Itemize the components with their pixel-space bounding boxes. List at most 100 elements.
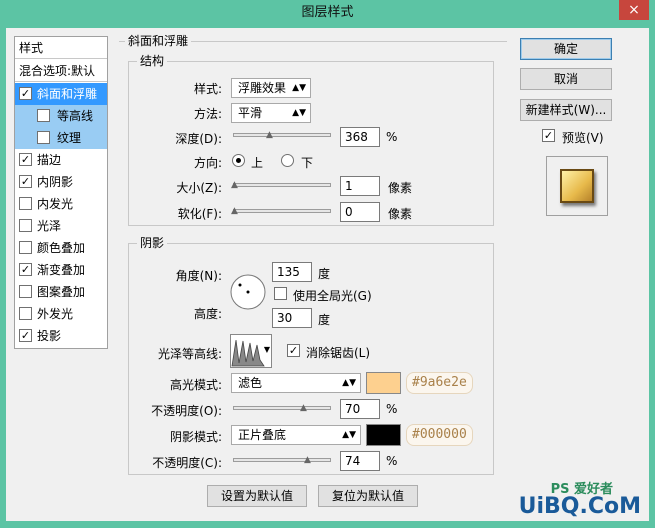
shadow-color-swatch[interactable] (366, 424, 401, 446)
preview-swatch (560, 169, 594, 203)
direction-down-label: 下 (301, 156, 314, 170)
direction-up-radio[interactable] (232, 154, 245, 167)
highlight-hex-label: #9a6e2e (406, 372, 473, 394)
contour-curve-icon (231, 339, 265, 367)
chevron-down-icon: ▲▼ (292, 83, 306, 93)
highlight-mode-label: 高光模式: (169, 378, 222, 392)
highlight-mode-select[interactable]: 滤色 ▲▼ (231, 373, 361, 393)
layer-style-dialog: 图层样式 × 样式 混合选项:默认 ✓ 斜面和浮雕 等高线 纹理 ✓ 描边 ✓ 内阴影 内发光光… (0, 0, 655, 528)
style-item[interactable]: 图案叠加 (15, 281, 107, 303)
size-slider-thumb[interactable]: ▲ (230, 180, 239, 190)
size-input[interactable]: 1 (340, 176, 380, 196)
shadow-mode-label: 阴影模式: (169, 430, 222, 444)
highlight-opacity-slider[interactable]: ▲ (233, 403, 331, 413)
style-item[interactable]: ✓ 渐变叠加 (15, 259, 107, 281)
style-item-label: 颜色叠加 (37, 241, 86, 255)
style-item[interactable]: 外发光 (15, 303, 107, 325)
size-label: 大小(Z): (176, 181, 222, 195)
soften-slider[interactable]: ▲ (230, 206, 331, 216)
soften-slider-thumb[interactable]: ▲ (230, 206, 239, 216)
style-item-checkbox[interactable]: ✓ (19, 329, 32, 342)
highlight-opacity-thumb[interactable]: ▲ (299, 403, 308, 413)
bevel-emboss-title: 斜面和浮雕 (125, 34, 192, 48)
style-item[interactable]: 等高线 (15, 105, 107, 127)
shadow-mode-select[interactable]: 正片叠底 ▲▼ (231, 425, 361, 445)
size-unit: 像素 (388, 181, 413, 195)
highlight-color-swatch[interactable] (366, 372, 401, 394)
shadow-opacity-thumb[interactable]: ▲ (303, 455, 312, 465)
soften-input[interactable]: 0 (340, 202, 380, 222)
highlight-opacity-input[interactable]: 70 (340, 399, 380, 419)
styles-list: 样式 混合选项:默认 ✓ 斜面和浮雕 等高线纹理 ✓ 描边 ✓ 内阴影内发光光泽颜色叠加 ✓ 渐… (14, 36, 108, 349)
style-item-checkbox[interactable] (19, 241, 32, 254)
altitude-unit: 度 (318, 313, 331, 327)
global-light-checkbox[interactable] (274, 287, 287, 300)
style-item-checkbox[interactable] (37, 109, 50, 122)
chevron-down-icon: ▲▼ (292, 108, 306, 118)
blending-options-item[interactable]: 混合选项:默认 (15, 60, 107, 82)
style-item-checkbox[interactable] (19, 197, 32, 210)
gloss-contour-picker[interactable]: ▼ (230, 334, 272, 368)
dropdown-arrow-icon: ▼ (263, 345, 270, 354)
cancel-button[interactable]: 取消 (520, 68, 612, 90)
shadow-opacity-label: 不透明度(C): (152, 456, 222, 470)
ok-button[interactable]: 确定 (520, 38, 612, 60)
shadow-hex-label: #000000 (406, 424, 473, 446)
style-item-label: 光泽 (37, 219, 62, 233)
style-preview-thumbnail (546, 156, 608, 216)
style-item-label: 纹理 (57, 131, 82, 145)
style-item-checkbox[interactable] (37, 131, 50, 144)
styles-header[interactable]: 样式 (15, 37, 107, 59)
style-item-label: 图案叠加 (37, 285, 86, 299)
preview-checkbox[interactable]: ✓ (542, 129, 555, 142)
technique-label: 方法: (193, 107, 222, 121)
close-button[interactable]: × (619, 0, 649, 20)
anti-alias-label: 消除锯齿(L) (306, 346, 371, 360)
altitude-input[interactable]: 30 (272, 308, 312, 328)
technique-select[interactable]: 平滑 ▲▼ (231, 103, 311, 123)
style-item-checkbox[interactable] (19, 285, 32, 298)
angle-label: 角度(N): (175, 269, 222, 283)
depth-slider-thumb[interactable]: ▲ (265, 130, 274, 140)
make-default-button[interactable]: 设置为默认值 (207, 485, 307, 507)
style-item[interactable]: 颜色叠加 (15, 237, 107, 259)
style-select[interactable]: 浮雕效果 ▲▼ (231, 78, 311, 98)
chevron-down-icon: ▲▼ (342, 430, 356, 440)
anti-alias-checkbox[interactable]: ✓ (287, 344, 300, 357)
new-style-button[interactable]: 新建样式(W)... (520, 99, 612, 121)
style-item-checkbox[interactable]: ✓ (19, 87, 32, 100)
style-item[interactable]: ✓ 内阴影 (15, 171, 107, 193)
shadow-opacity-slider[interactable]: ▲ (233, 455, 331, 465)
style-item[interactable]: 纹理 (15, 127, 107, 149)
gloss-contour-label: 光泽等高线: (157, 347, 222, 361)
global-light-label: 使用全局光(G) (293, 289, 372, 303)
preview-label: 预览(V) (562, 131, 604, 145)
style-item[interactable]: ✓ 斜面和浮雕 (15, 83, 107, 105)
shading-title: 阴影 (137, 236, 168, 250)
structure-title: 结构 (137, 54, 168, 68)
soften-label: 软化(F): (177, 207, 222, 221)
style-item-label: 内发光 (37, 197, 74, 211)
depth-slider[interactable]: ▲ (233, 130, 331, 140)
reset-default-button[interactable]: 复位为默认值 (318, 485, 418, 507)
style-item[interactable]: 光泽 (15, 215, 107, 237)
style-item-checkbox[interactable] (19, 307, 32, 320)
style-item-label: 投影 (37, 329, 62, 343)
shadow-opacity-input[interactable]: 74 (340, 451, 380, 471)
style-item[interactable]: ✓ 投影 (15, 325, 107, 347)
style-item-checkbox[interactable]: ✓ (19, 175, 32, 188)
angle-unit: 度 (318, 267, 331, 281)
angle-dial[interactable] (230, 274, 266, 310)
highlight-opacity-label: 不透明度(O): (151, 404, 222, 418)
style-item-checkbox[interactable]: ✓ (19, 263, 32, 276)
depth-input[interactable]: 368 (340, 127, 380, 147)
style-item-checkbox[interactable]: ✓ (19, 153, 32, 166)
chevron-down-icon: ▲▼ (342, 378, 356, 388)
size-slider[interactable]: ▲ (230, 180, 331, 190)
style-item[interactable]: ✓ 描边 (15, 149, 107, 171)
style-item-checkbox[interactable] (19, 219, 32, 232)
style-item[interactable]: 内发光 (15, 193, 107, 215)
direction-down-radio[interactable] (281, 154, 294, 167)
depth-label: 深度(D): (175, 132, 222, 146)
angle-input[interactable]: 135 (272, 262, 312, 282)
